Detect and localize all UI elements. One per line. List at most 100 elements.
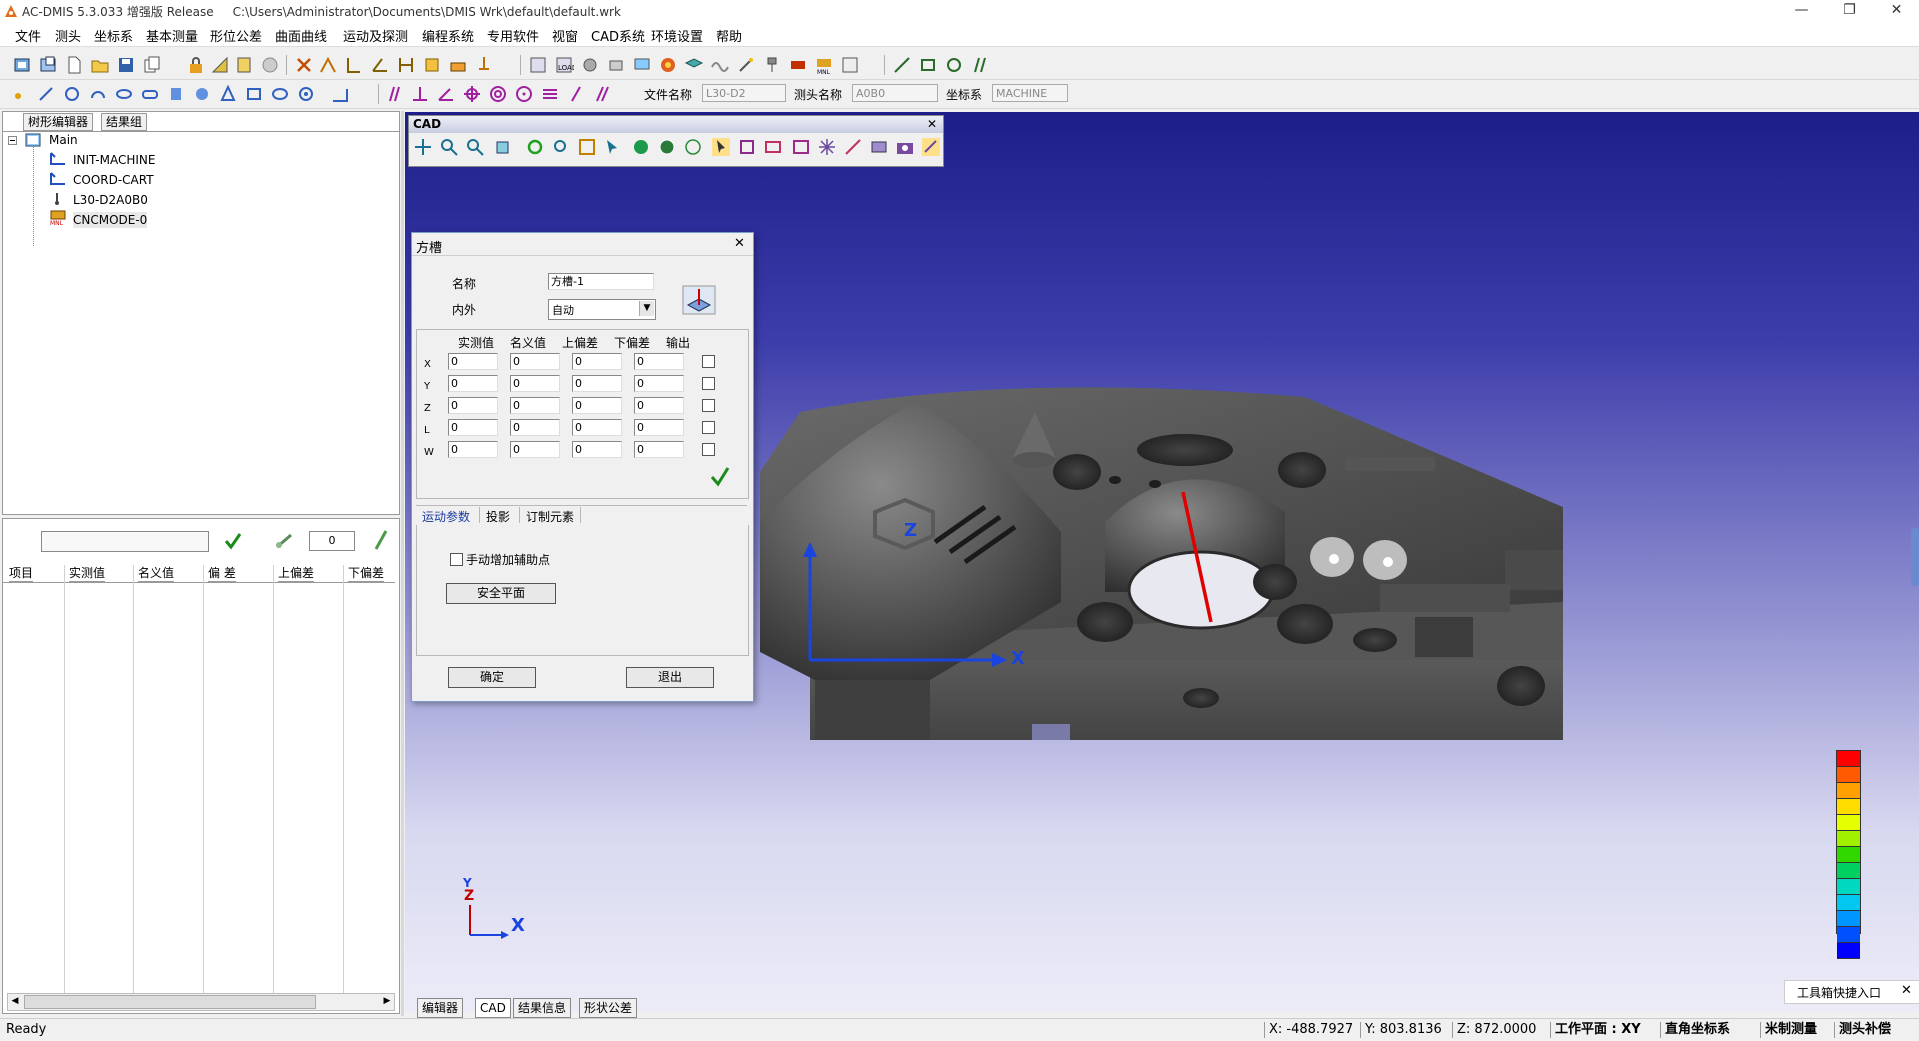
scan-icon[interactable] xyxy=(422,55,442,75)
save-icon[interactable] xyxy=(116,55,136,75)
cnc-mode-icon[interactable] xyxy=(788,55,808,75)
pick-point-icon[interactable] xyxy=(711,137,731,157)
tab-motion-params[interactable]: 运动参数 xyxy=(422,508,470,525)
result-counter[interactable]: 0 xyxy=(309,531,355,551)
checkmark-icon[interactable] xyxy=(223,531,243,551)
curve-icon[interactable] xyxy=(970,55,990,75)
load-program-icon[interactable]: LOAD xyxy=(554,55,574,75)
menu-probe[interactable]: 测头 xyxy=(55,26,81,45)
measure-circle-icon[interactable] xyxy=(62,84,82,104)
pan-icon[interactable] xyxy=(413,137,433,157)
x-upper-field[interactable]: 0 xyxy=(572,353,622,370)
l-nominal-field[interactable]: 0 xyxy=(510,419,560,436)
cad-toolbar-title[interactable]: CAD xyxy=(409,116,943,133)
rectangle-icon[interactable] xyxy=(918,55,938,75)
open-program-icon[interactable] xyxy=(38,55,58,75)
highlight-icon[interactable] xyxy=(921,137,941,157)
menu-file[interactable]: 文件 xyxy=(15,26,41,45)
measure-sphere-icon[interactable] xyxy=(192,84,212,104)
view-cube-icon[interactable] xyxy=(493,137,513,157)
probe-name-field[interactable]: A0B0 xyxy=(852,84,938,102)
y-upper-field[interactable]: 0 xyxy=(572,375,622,392)
toolbox-close-button[interactable]: ✕ xyxy=(1901,983,1912,998)
menu-programming[interactable]: 编程系统 xyxy=(422,26,474,45)
results-hscrollbar[interactable]: ◀ ▶ xyxy=(7,993,395,1011)
tab-result-group[interactable]: 结果组 xyxy=(101,113,148,131)
confirm-checkmark-icon[interactable] xyxy=(710,465,730,487)
monitor-icon[interactable] xyxy=(632,55,652,75)
coord-system-field[interactable]: MACHINE xyxy=(992,84,1068,102)
construct-icon[interactable] xyxy=(330,84,350,104)
zoom-out-icon[interactable] xyxy=(465,137,485,157)
zoom-window-icon[interactable] xyxy=(551,137,571,157)
tab-projection[interactable]: 投影 xyxy=(486,508,510,525)
circle-icon[interactable] xyxy=(944,55,964,75)
measure-arc-icon[interactable] xyxy=(88,84,108,104)
safe-plane-button[interactable]: 安全平面 xyxy=(446,583,556,604)
x-output-checkbox[interactable] xyxy=(702,355,715,368)
menu-motion[interactable]: 运动及探测 xyxy=(343,26,408,45)
menu-gdt[interactable]: 形位公差 xyxy=(210,26,262,45)
l-output-checkbox[interactable] xyxy=(702,421,715,434)
report-icon[interactable] xyxy=(234,55,254,75)
color-icon[interactable] xyxy=(658,55,678,75)
l-upper-field[interactable]: 0 xyxy=(572,419,622,436)
total-runout-icon[interactable] xyxy=(592,84,612,104)
collapse-icon[interactable] xyxy=(8,136,17,145)
measure-cone-icon[interactable] xyxy=(218,84,238,104)
mnl-mode-icon[interactable]: MNL xyxy=(814,55,834,75)
runout-icon[interactable] xyxy=(566,84,586,104)
probe-head-icon[interactable] xyxy=(762,55,782,75)
menu-view[interactable]: 视窗 xyxy=(552,26,578,45)
z-upper-field[interactable]: 0 xyxy=(572,397,622,414)
menu-basic-measure[interactable]: 基本测量 xyxy=(146,26,198,45)
tab-form-tolerance[interactable]: 形状公差 xyxy=(579,998,638,1018)
parallel-icon[interactable] xyxy=(384,84,404,104)
restore-button[interactable]: ❐ xyxy=(1827,0,1872,22)
tree-root-main[interactable]: Main xyxy=(49,132,78,148)
z-lower-field[interactable]: 0 xyxy=(634,397,684,414)
w-output-checkbox[interactable] xyxy=(702,443,715,456)
w-measured-field[interactable]: 0 xyxy=(448,441,498,458)
z-nominal-field[interactable]: 0 xyxy=(510,397,560,414)
tab-editor[interactable]: 编辑器 xyxy=(417,998,464,1018)
wave-icon[interactable] xyxy=(710,55,730,75)
close-window-button[interactable]: ✕ xyxy=(1874,0,1919,22)
tab-tree-editor[interactable]: 树形编辑器 xyxy=(23,113,94,131)
rotate-icon[interactable] xyxy=(525,137,545,157)
clip-icon[interactable] xyxy=(763,137,783,157)
measure-angle-icon[interactable] xyxy=(370,55,390,75)
line-icon[interactable] xyxy=(892,55,912,75)
measure-torus-icon[interactable] xyxy=(270,84,290,104)
ok-button[interactable]: 确定 xyxy=(448,667,536,688)
copy-icon[interactable] xyxy=(142,55,162,75)
result-filter-input[interactable] xyxy=(41,531,209,552)
globe-icon[interactable] xyxy=(260,55,280,75)
wire-shade-icon[interactable] xyxy=(657,137,677,157)
chevron-down-icon[interactable]: ▼ xyxy=(639,301,654,316)
machine-icon[interactable] xyxy=(448,55,468,75)
manual-aux-point-checkbox[interactable] xyxy=(450,553,463,566)
x-nominal-field[interactable]: 0 xyxy=(510,353,560,370)
l-measured-field[interactable]: 0 xyxy=(448,419,498,436)
y-lower-field[interactable]: 0 xyxy=(634,375,684,392)
concentricity-icon[interactable] xyxy=(488,84,508,104)
position-icon[interactable] xyxy=(462,84,482,104)
menu-special-software[interactable]: 专用软件 xyxy=(487,26,539,45)
name-field[interactable]: 方槽-1 xyxy=(548,273,654,290)
l-lower-field[interactable]: 0 xyxy=(634,419,684,436)
tab-cad[interactable]: CAD xyxy=(475,998,511,1018)
settings-icon[interactable] xyxy=(840,55,860,75)
select-icon[interactable] xyxy=(603,137,623,157)
feature-preview-icon[interactable] xyxy=(682,285,716,315)
measure-plane-icon[interactable] xyxy=(244,84,264,104)
angularity-icon[interactable] xyxy=(436,84,456,104)
measure-ellipse-icon[interactable] xyxy=(114,84,134,104)
y-measured-field[interactable]: 0 xyxy=(448,375,498,392)
delete-icon[interactable] xyxy=(294,55,314,75)
dialog-close-button[interactable]: ✕ xyxy=(734,236,745,251)
z-output-checkbox[interactable] xyxy=(702,399,715,412)
point-icon[interactable] xyxy=(10,84,30,104)
tree-node-coord-cart[interactable]: COORD-CART xyxy=(73,172,154,188)
probe-calibrate-icon[interactable] xyxy=(210,55,230,75)
